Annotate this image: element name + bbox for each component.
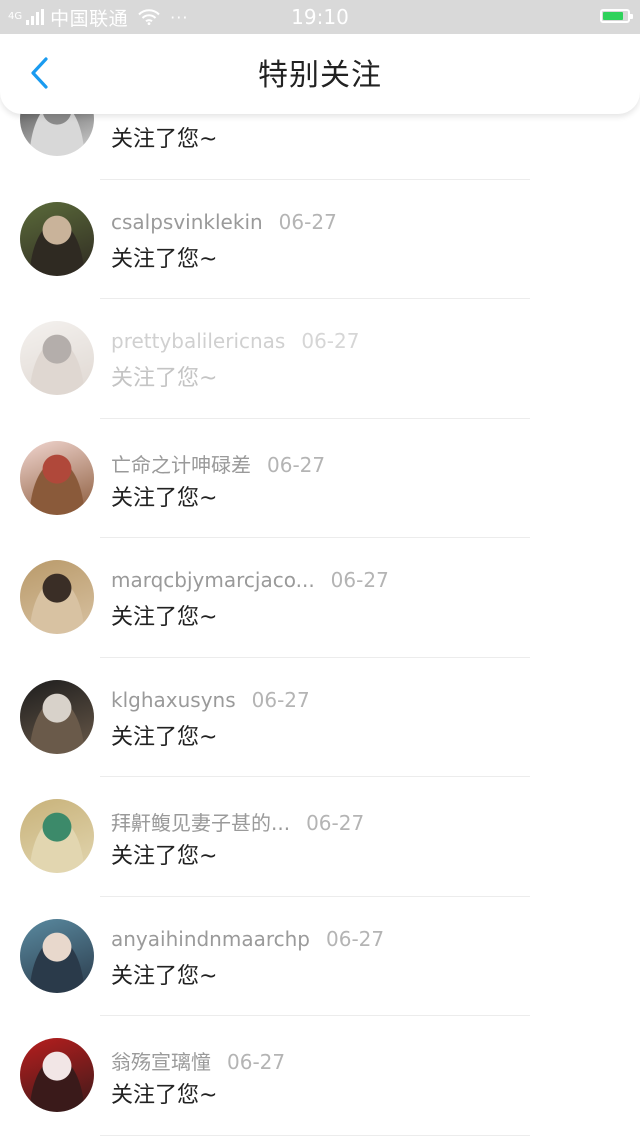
follower-list: 关注了您~ csalpsvinklekin 06-27 关注了您~ prettybali… xyxy=(0,60,640,1136)
username[interactable]: prettybalilericnas xyxy=(111,329,285,353)
status-bar: 4G 中国联通 ··· 19:10 xyxy=(0,0,640,34)
item-message: 关注了您~ xyxy=(111,366,218,391)
avatar[interactable] xyxy=(20,1038,94,1112)
avatar[interactable] xyxy=(20,799,94,873)
battery-icon xyxy=(600,9,633,23)
page-title: 特别关注 xyxy=(258,58,382,93)
item-meta: 亡命之计呻碌差 06-27 xyxy=(111,449,325,478)
item-date: 06-27 xyxy=(326,926,385,951)
item-message: 关注了您~ xyxy=(111,246,218,272)
divider xyxy=(100,1134,530,1136)
username[interactable]: marqcbjymarcjaco... xyxy=(111,568,315,592)
list-item[interactable]: prettybalilericnas 06-27 关注了您~ xyxy=(0,299,640,419)
item-meta: marqcbjymarcjaco... 06-27 xyxy=(111,568,389,592)
item-meta: prettybalilericnas 06-27 xyxy=(111,329,359,353)
username[interactable]: csalpsvinklekin xyxy=(111,210,263,234)
item-message: 关注了您~ xyxy=(111,844,218,869)
list-item[interactable]: 亡命之计呻碌差 06-27 关注了您~ xyxy=(0,419,640,538)
item-message: 关注了您~ xyxy=(111,605,218,630)
avatar[interactable] xyxy=(20,679,94,754)
item-meta: anyaihindnmaarchp 06-27 xyxy=(111,927,384,951)
item-meta: 翁殇宣璃憧 06-27 xyxy=(111,1046,285,1075)
item-message: 关注了您~ xyxy=(111,485,218,511)
item-message: 关注了您~ xyxy=(111,127,218,152)
avatar[interactable] xyxy=(20,201,94,276)
battery-tip xyxy=(630,14,633,19)
item-meta: klghaxusyns 06-27 xyxy=(111,688,310,712)
battery-level xyxy=(603,12,624,20)
status-time: 19:10 xyxy=(291,5,349,29)
username[interactable]: 拜鼾鳆见妻子甚的... xyxy=(111,811,290,835)
item-date: 06-27 xyxy=(251,687,310,712)
avatar[interactable] xyxy=(20,918,94,993)
avatar[interactable] xyxy=(20,321,94,395)
item-message: 关注了您~ xyxy=(111,1083,218,1108)
item-date: 06-27 xyxy=(278,209,337,234)
item-message: 关注了您~ xyxy=(111,963,218,989)
list-item[interactable]: marqcbjymarcjaco... 06-27 关注了您~ xyxy=(0,538,640,658)
avatar[interactable] xyxy=(20,440,94,515)
username[interactable]: 翁殇宣璃憧 xyxy=(111,1050,211,1074)
item-date: 06-27 xyxy=(227,1050,286,1074)
list-item[interactable]: klghaxusyns 06-27 关注了您~ xyxy=(0,658,640,777)
avatar[interactable] xyxy=(20,560,94,634)
nav-bar: 特别关注 xyxy=(0,34,640,114)
list-item[interactable]: anyaihindnmaarchp 06-27 关注了您~ xyxy=(0,897,640,1016)
list-item[interactable]: csalpsvinklekin 06-27 关注了您~ xyxy=(0,180,640,299)
item-meta: 拜鼾鳆见妻子甚的... 06-27 xyxy=(111,807,364,836)
username[interactable]: anyaihindnmaarchp xyxy=(111,927,310,951)
list-item[interactable]: 翁殇宣璃憧 06-27 关注了您~ xyxy=(0,1016,640,1136)
item-date: 06-27 xyxy=(301,329,360,353)
item-meta: csalpsvinklekin 06-27 xyxy=(111,210,337,234)
username[interactable]: 亡命之计呻碌差 xyxy=(111,453,251,477)
item-message: 关注了您~ xyxy=(111,724,218,750)
item-date: 06-27 xyxy=(306,811,365,835)
screen: 4G 中国联通 ··· 19:10 特别关注 关注了您~ csalpsvinkl… xyxy=(0,0,640,1138)
item-date: 06-27 xyxy=(330,568,389,592)
username[interactable]: klghaxusyns xyxy=(111,688,236,712)
item-date: 06-27 xyxy=(267,452,326,477)
list-item[interactable]: 拜鼾鳆见妻子甚的... 06-27 关注了您~ xyxy=(0,777,640,897)
